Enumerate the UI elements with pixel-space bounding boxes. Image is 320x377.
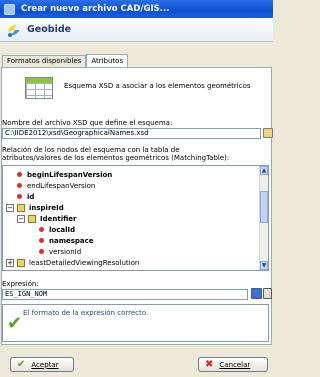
xsd-file-label: Nombre del archivo XSD que define el esq… (2, 119, 173, 127)
xsd-file-input[interactable]: C:\IIDE2012\xsd\GeographicalNames.xsd (2, 128, 261, 139)
element-icon (17, 258, 25, 267)
leaf-icon (17, 183, 22, 188)
matching-label-line2: atributos/valores de los elementos geomé… (2, 154, 230, 162)
tree-node-inspireid[interactable]: − inspireId (6, 202, 64, 213)
header-banner: Geobide (0, 18, 273, 42)
checkmark-icon: ✔ (7, 313, 23, 334)
leaf-icon (39, 227, 44, 232)
tree-node-beginlifespanversion[interactable]: beginLifespanVersion (17, 169, 112, 180)
schema-description: Esquema XSD a asociar a los elementos ge… (64, 82, 251, 90)
tree-node-namespace[interactable]: namespace (39, 235, 94, 246)
schema-tree[interactable]: beginLifespanVersion endLifespanVersion … (2, 165, 269, 271)
validation-status: ✔ El formato de la expresión correcto. (2, 304, 269, 342)
leaf-icon (39, 249, 44, 254)
expression-input[interactable]: ES_IGN_NOM (2, 289, 248, 300)
element-icon (28, 214, 36, 223)
tree-node-localid[interactable]: localId (39, 224, 75, 235)
title-bar: Crear nuevo archivo CAD/GIS... (0, 0, 273, 18)
leaf-icon (17, 194, 22, 199)
tree-node-endlifespanversion[interactable]: endLifespanVersion (17, 180, 95, 191)
validation-message: El formato de la expresión correcto. (23, 309, 149, 317)
geobide-logo-icon (8, 24, 20, 37)
cancel-button[interactable]: ✖ Cancelar (198, 357, 268, 372)
scroll-up-icon[interactable]: ▲ (260, 166, 268, 175)
checkmark-icon: ✔ (17, 359, 26, 370)
matching-label-line1: Relación de los nodos del esquema con la… (2, 146, 180, 154)
tree-node-versionid[interactable]: versionId (39, 246, 81, 257)
expression-label: Expresión: (2, 280, 39, 288)
collapse-icon[interactable]: − (6, 203, 14, 212)
window-title: Crear nuevo archivo CAD/GIS... (21, 4, 170, 14)
expand-icon[interactable]: + (6, 258, 14, 267)
tab-formatos-disponibles[interactable]: Formatos disponibles (2, 55, 87, 67)
leaf-icon (17, 172, 22, 177)
expression-options-button[interactable] (263, 288, 272, 299)
close-icon: ✖ (205, 359, 214, 370)
brand-name: Geobide (27, 24, 72, 35)
table-icon (25, 77, 53, 99)
element-icon (17, 203, 25, 212)
expression-editor-button[interactable] (251, 288, 262, 299)
tree-node-identifier[interactable]: − Identifier (17, 213, 76, 224)
scroll-thumb[interactable] (260, 191, 268, 223)
tree-node-leastdetailedviewingresolution[interactable]: + leastDetailedViewingResolution (6, 257, 139, 268)
browse-folder-button[interactable] (263, 128, 273, 138)
scroll-down-icon[interactable]: ▼ (260, 261, 268, 270)
collapse-icon[interactable]: − (17, 214, 25, 223)
accept-button[interactable]: ✔ Aceptar (10, 357, 74, 372)
leaf-icon (39, 238, 44, 243)
tree-scrollbar[interactable]: ▲ ▼ (259, 166, 268, 270)
tree-node-id[interactable]: id (17, 191, 34, 202)
tab-atributos[interactable]: Atributos (86, 54, 129, 67)
app-icon (4, 3, 15, 15)
